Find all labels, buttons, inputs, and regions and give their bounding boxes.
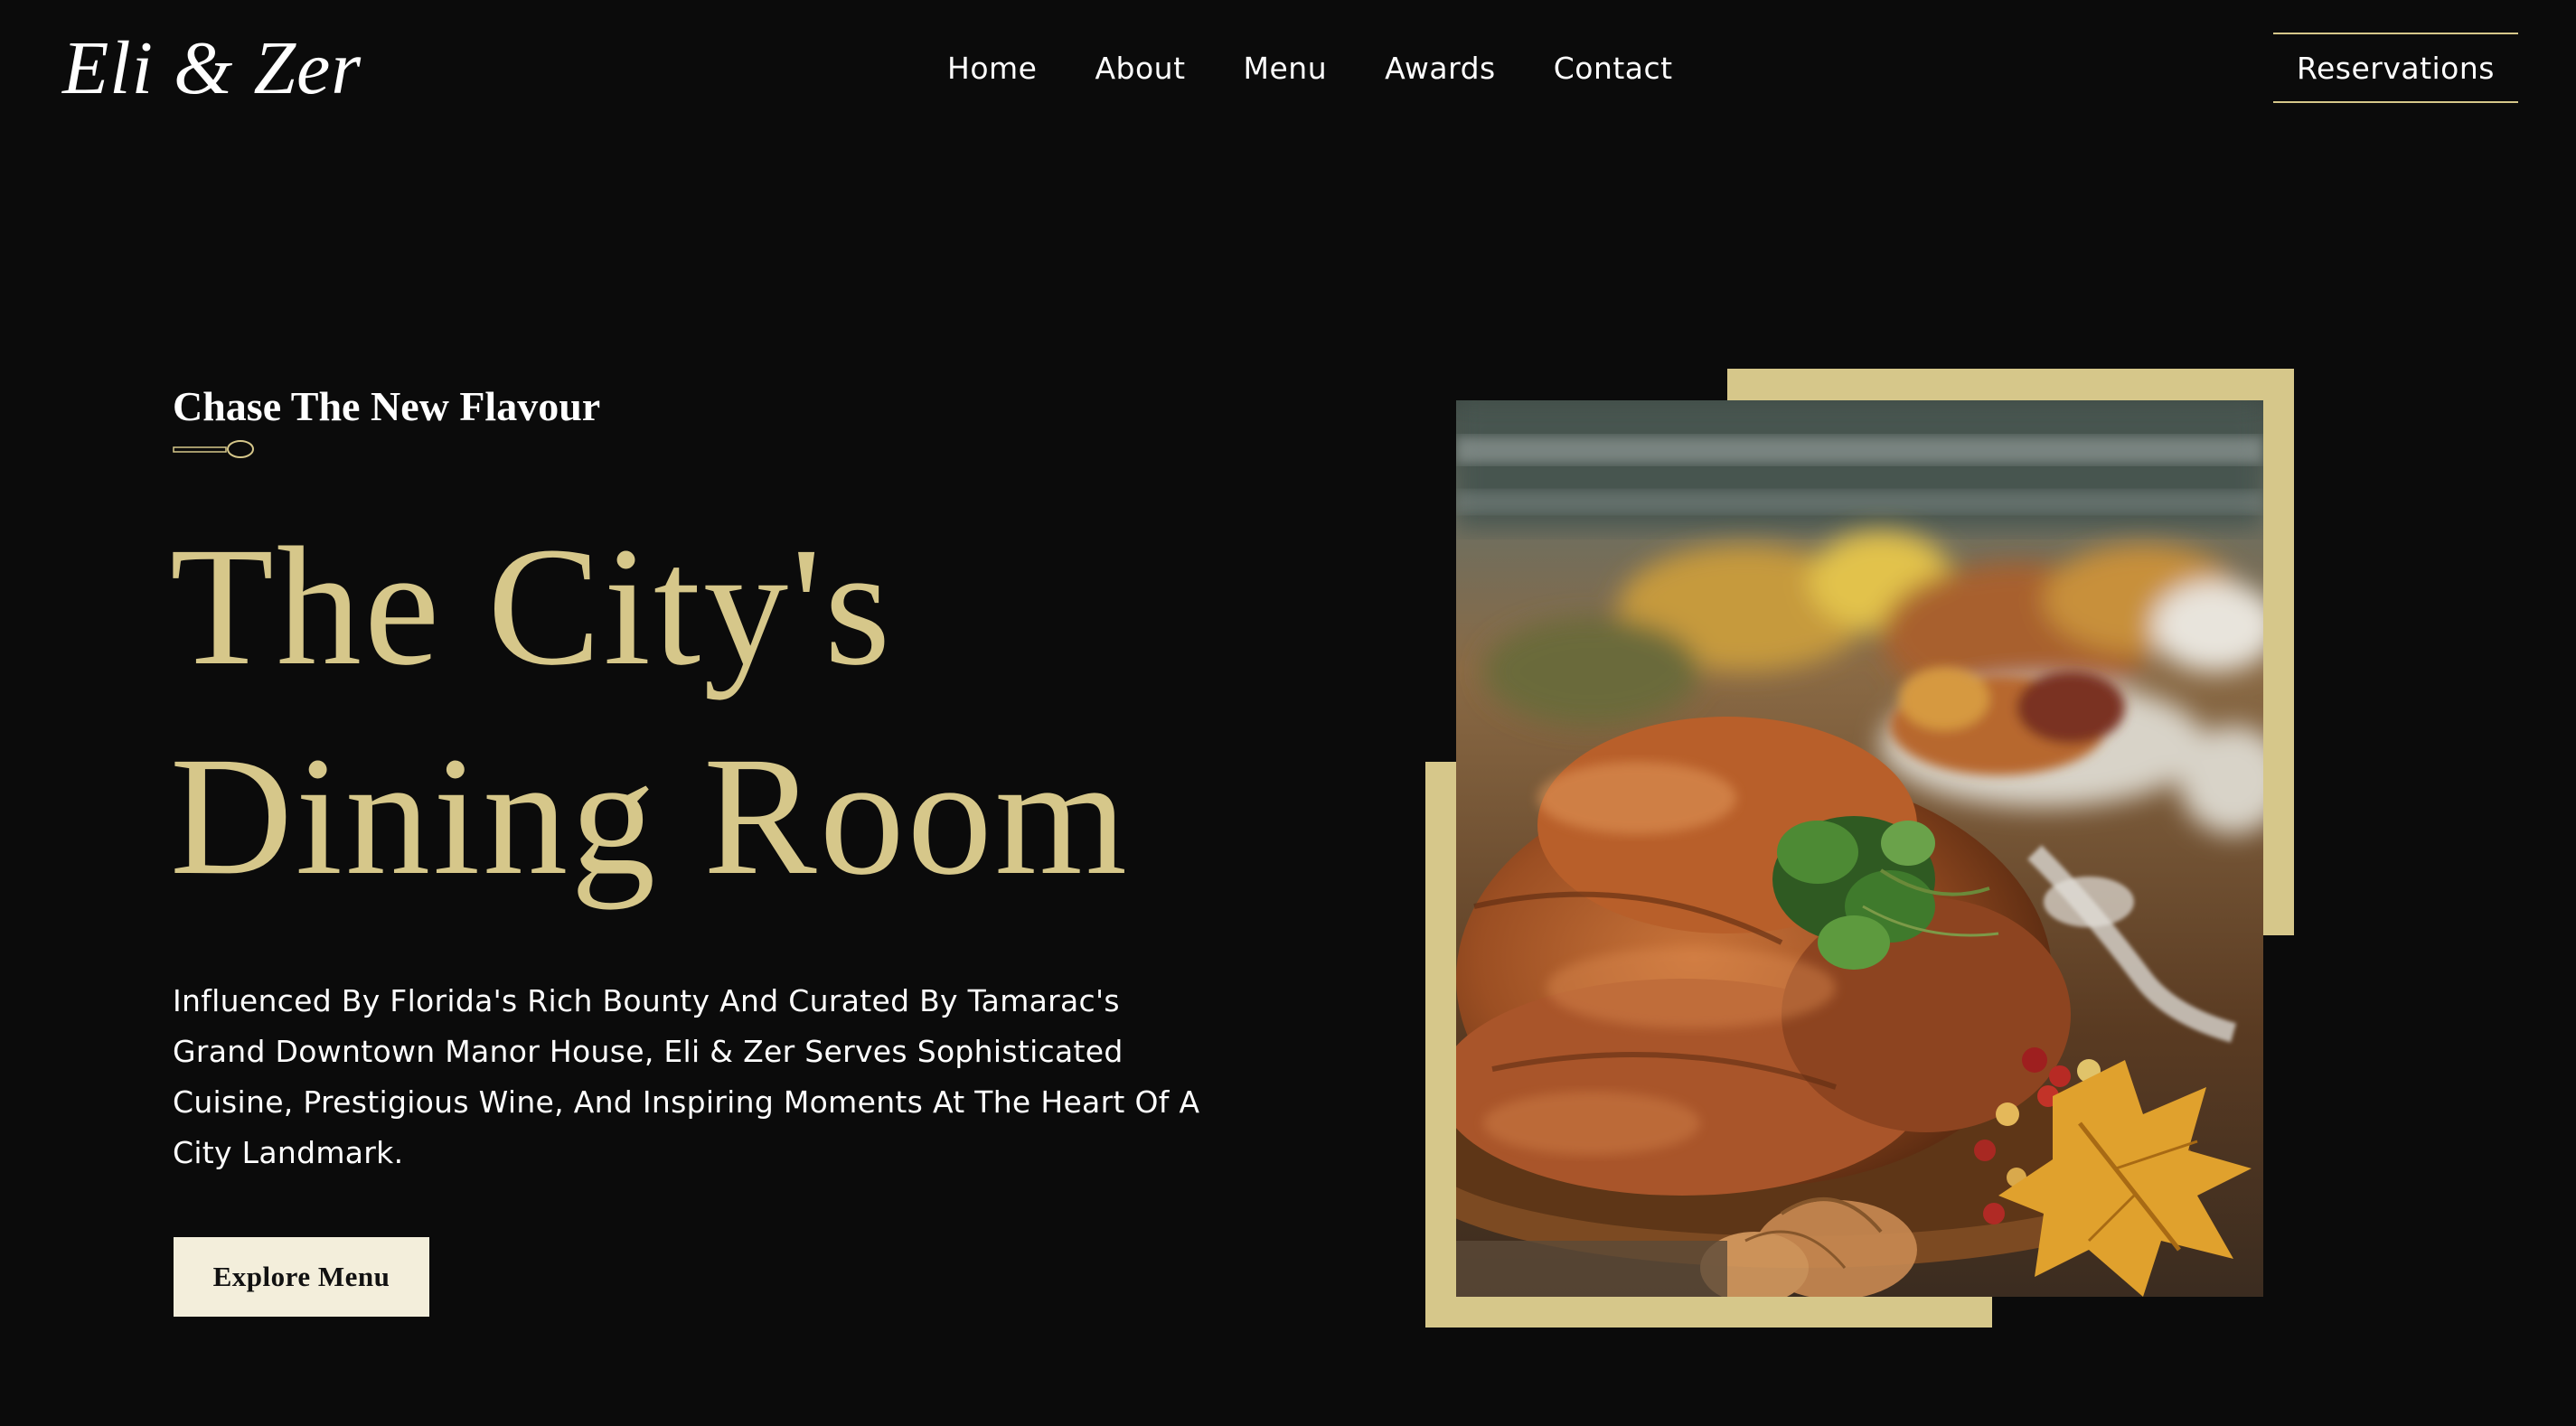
headline-line-2: Dining Room — [170, 721, 1130, 910]
main-nav: Home About Menu Awards Contact — [947, 45, 1673, 90]
hero-headline: The City's Dining Room — [170, 502, 1130, 921]
spoon-icon — [173, 440, 254, 458]
nav-item-home[interactable]: Home — [947, 51, 1037, 86]
explore-menu-button[interactable]: Explore Menu — [174, 1237, 429, 1317]
nav-item-menu[interactable]: Menu — [1244, 51, 1328, 86]
reservations-button[interactable]: Reservations — [2273, 33, 2518, 103]
hero-eyebrow: Chase The New Flavour — [173, 383, 601, 429]
headline-line-1: The City's — [170, 511, 894, 700]
roast-chicken-photo — [1456, 400, 2263, 1297]
hero-description: Influenced By Florida's Rich Bounty And … — [173, 983, 1200, 1170]
brand-logo[interactable]: Eli & Zer — [62, 25, 362, 112]
nav-item-awards[interactable]: Awards — [1385, 51, 1496, 86]
nav-item-contact[interactable]: Contact — [1554, 51, 1673, 86]
nav-item-about[interactable]: About — [1095, 51, 1185, 86]
